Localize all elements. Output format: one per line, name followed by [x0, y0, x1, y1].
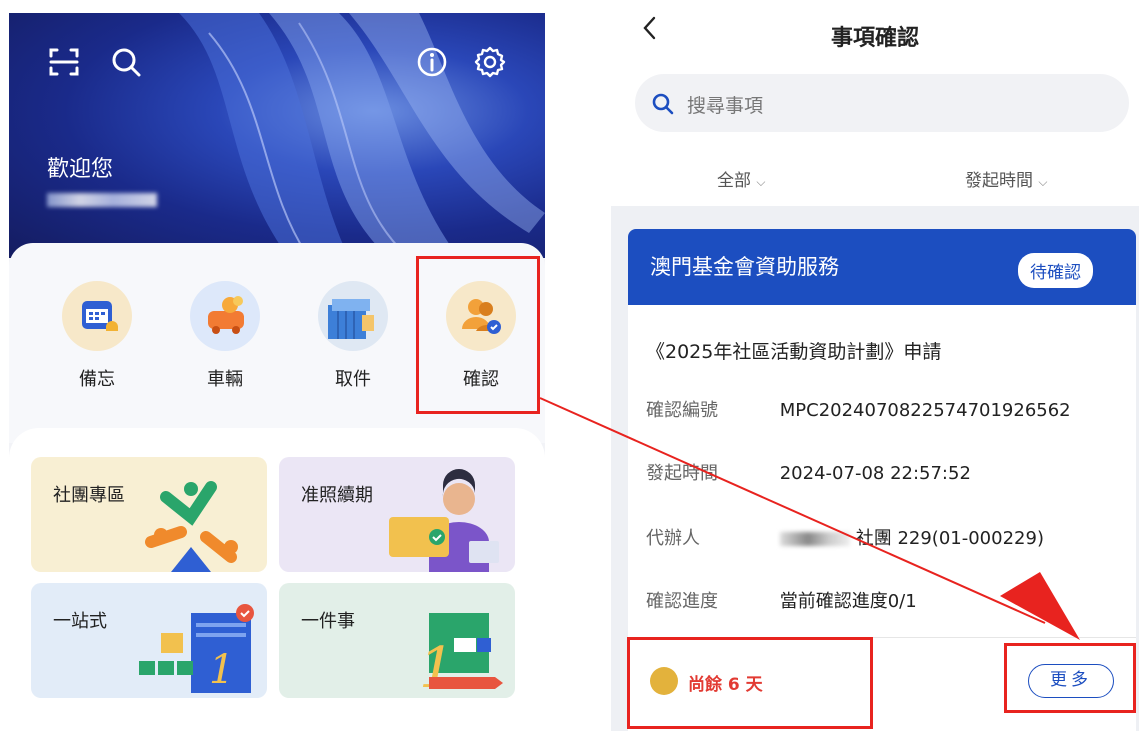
filter-category-label: 全部 [717, 171, 751, 191]
hero-banner: 歡迎您 [9, 13, 545, 258]
quick-action-label: 備忘 [79, 369, 115, 390]
settings-icon[interactable] [473, 45, 507, 79]
svg-text:1: 1 [209, 647, 234, 693]
calendar-icon [62, 281, 132, 351]
hero-background [179, 13, 545, 258]
parcel-icon [318, 281, 388, 351]
chevron-down-icon: ⌵ [756, 175, 766, 189]
tile-license-renewal[interactable]: 准照續期 [279, 457, 515, 572]
composite-screenshot: 歡迎您 備忘 車輛 取件 確認 社團專區 准照續期 一站式 1 一件事 1 事項… [0, 0, 1139, 731]
field-row: 確認進度 當前確認進度0/1 [646, 587, 917, 613]
tile-one-matter[interactable]: 一件事 1 [279, 583, 515, 698]
field-key: 發起時間 [646, 463, 718, 484]
field-row: 代辦人 社團 229(01-000229) [646, 524, 1044, 550]
license-illustration [389, 469, 499, 572]
highlight-confirm-action [416, 256, 540, 414]
field-row: 發起時間 2024-07-08 22:57:52 [646, 459, 971, 485]
highlight-more [1004, 643, 1136, 713]
search-icon [652, 93, 674, 115]
filter-sort[interactable]: 發起時間 ⌵ [965, 166, 1048, 191]
field-row: 確認編號 MPC20240708225747019265​62 [646, 396, 1071, 422]
field-key: 確認編號 [646, 400, 718, 421]
chevron-down-icon: ⌵ [1038, 175, 1048, 189]
confirmation-screen: 事項確認 搜尋事項 全部 ⌵ 發起時間 ⌵ 澳門基金會資助服務 待確認 《202… [611, 0, 1139, 731]
filter-category[interactable]: 全部 ⌵ [717, 166, 766, 191]
welcome-text: 歡迎您 [47, 157, 114, 182]
info-icon[interactable] [415, 45, 449, 79]
field-value: 2024-07-08 22:57:52 [779, 463, 971, 484]
card-subject: 《2025年社區活動資助計劃》申請 [646, 341, 942, 363]
page-title: 事項確認 [830, 26, 919, 51]
people-illustration [145, 481, 238, 572]
field-value: MPC20240708225747019265​62 [779, 400, 1071, 421]
field-value: 社團 229(01-000229) [855, 528, 1044, 549]
one-stop-illustration: 1 [139, 604, 254, 693]
tile-one-stop[interactable]: 一站式 1 [31, 583, 267, 698]
quick-action-label: 取件 [335, 369, 371, 390]
card-header: 澳門基金會資助服務 待確認 [628, 229, 1136, 305]
search-icon[interactable] [109, 45, 143, 79]
card-organization: 澳門基金會資助服務 [650, 255, 839, 279]
quick-action-label: 車輛 [207, 369, 243, 390]
field-key: 確認進度 [646, 591, 718, 612]
search-bar[interactable]: 搜尋事項 [635, 74, 1129, 132]
quick-action-memo[interactable]: 備忘 [57, 281, 137, 391]
tile-association-zone[interactable]: 社團專區 [31, 457, 267, 572]
scan-icon[interactable] [47, 45, 81, 79]
quick-action-vehicle[interactable]: 車輛 [185, 281, 265, 391]
car-icon [190, 281, 260, 351]
field-value: 當前確認進度0/1 [779, 591, 917, 612]
status-badge: 待確認 [1018, 253, 1093, 288]
quick-action-pickup[interactable]: 取件 [313, 281, 393, 391]
one-matter-illustration: 1 [419, 613, 503, 698]
filter-sort-label: 發起時間 [965, 171, 1033, 191]
search-input[interactable]: 搜尋事項 [687, 91, 763, 118]
agent-name-redacted [779, 532, 850, 546]
field-key: 代辦人 [646, 528, 700, 549]
user-name-redacted [47, 193, 157, 207]
highlight-remaining [627, 637, 873, 729]
